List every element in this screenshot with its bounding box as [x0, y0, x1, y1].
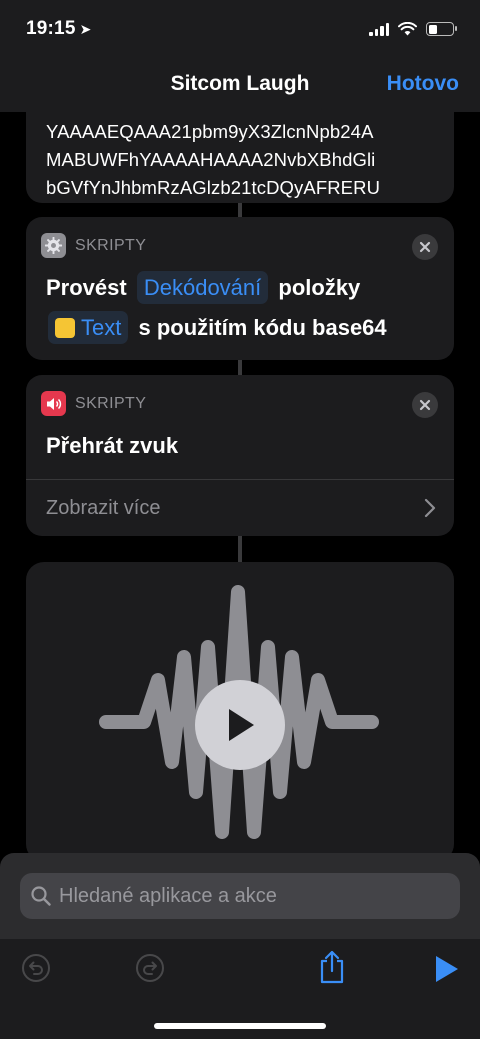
navigation-bar: 19:15 ➤ Sitcom Laugh Hotovo: [0, 0, 480, 112]
close-icon: [419, 399, 431, 411]
decode-action-card[interactable]: SKRIPTY Provést Dekódování položky Text …: [26, 217, 454, 360]
play-sound-label: Přehrát zvuk: [46, 433, 179, 458]
base64-line: YAAAAEQAAA21pbm9yX3ZlcnNpb24A: [46, 121, 374, 142]
gear-icon: [41, 233, 66, 258]
show-more-row[interactable]: Zobrazit více: [26, 479, 454, 537]
base64-line: bGVfYnJhbmRzAGlzb21tcDQyAFRERU: [46, 177, 381, 198]
action-header: SKRIPTY: [41, 233, 146, 258]
search-icon: [31, 886, 51, 906]
remove-action-button[interactable]: [412, 392, 438, 418]
cellular-signal-icon: [369, 22, 389, 36]
status-icons: [369, 22, 457, 36]
done-button[interactable]: Hotovo: [387, 72, 459, 96]
flow-connector: [238, 536, 242, 562]
flow-connector: [238, 360, 242, 375]
app-label: SKRIPTY: [75, 394, 147, 412]
run-shortcut-button[interactable]: [432, 954, 462, 984]
base64-line: MABUWFhYAAAAHAAAA2NvbXBhdGli: [46, 149, 376, 170]
wifi-icon: [398, 22, 417, 36]
home-indicator: [154, 1023, 326, 1029]
chevron-right-icon: [424, 498, 436, 518]
toolbar: [0, 939, 480, 1039]
status-time-label: 19:15: [26, 18, 76, 39]
speaker-icon: [41, 391, 66, 416]
battery-icon: [426, 22, 457, 36]
status-time: 19:15 ➤: [26, 18, 92, 40]
notes-icon: [55, 318, 75, 338]
action-text-line-2: Text s použitím kódu base64: [48, 308, 387, 348]
share-button[interactable]: [317, 949, 347, 985]
close-icon: [419, 241, 431, 253]
audio-preview: [26, 562, 454, 862]
location-arrow-icon: ➤: [79, 21, 92, 37]
flow-connector: [238, 203, 242, 217]
search-input[interactable]: Hledané aplikace a akce: [59, 885, 277, 908]
action-text: s použitím kódu base64: [138, 315, 387, 340]
play-sound-action-card[interactable]: SKRIPTY Přehrát zvuk Zobrazit více: [26, 375, 454, 536]
play-preview-button[interactable]: [195, 680, 285, 770]
action-text-line-1: Provést Dekódování položky: [46, 268, 360, 308]
play-icon: [229, 709, 254, 741]
base64-text[interactable]: YAAAAEQAAA21pbm9yX3ZlcnNpb24A MABUWFhYAA…: [46, 118, 446, 202]
remove-action-button[interactable]: [412, 234, 438, 260]
undo-button[interactable]: [21, 953, 51, 983]
input-token-label: Text: [81, 315, 122, 340]
input-token[interactable]: Text: [48, 311, 129, 344]
action-text: položky: [278, 275, 361, 300]
operation-token[interactable]: Dekódování: [136, 271, 269, 304]
action-header: SKRIPTY: [41, 391, 146, 416]
action-text: Provést: [46, 275, 127, 300]
show-more-label: Zobrazit více: [46, 497, 161, 519]
bottom-panel: Hledané aplikace a akce: [0, 853, 480, 1039]
redo-button[interactable]: [135, 953, 165, 983]
search-bar[interactable]: Hledané aplikace a akce: [20, 873, 460, 919]
app-label: SKRIPTY: [75, 236, 147, 254]
